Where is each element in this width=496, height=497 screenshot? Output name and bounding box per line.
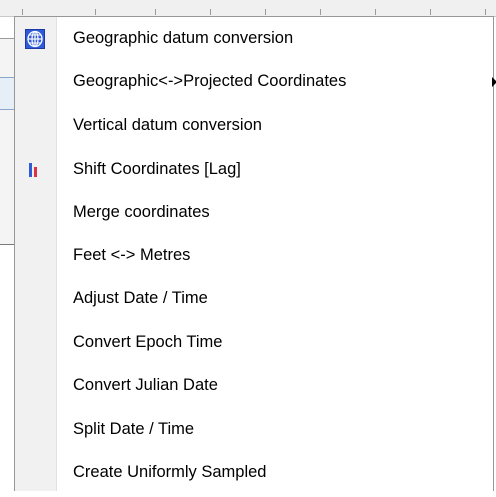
ruler-tick [265, 9, 266, 15]
ruler-tick [155, 9, 156, 15]
menu-item-label: Adjust Date / Time [73, 289, 208, 307]
background-row-line [0, 109, 14, 110]
menu-item-convert-julian-date[interactable]: Convert Julian Date [15, 366, 493, 410]
ruler-tick [95, 9, 96, 15]
menu-item-split-date-time[interactable]: Split Date / Time [15, 410, 493, 454]
context-menu: Geographic datum conversion Geographic<-… [14, 16, 496, 491]
menu-item-label: Convert Epoch Time [73, 333, 223, 351]
background-toolbar [0, 0, 496, 17]
menu-item-create-uniformly-sampled[interactable]: Create Uniformly Sampled [15, 453, 493, 497]
ruler-tick [320, 9, 321, 15]
menu-item-adjust-date-time[interactable]: Adjust Date / Time [15, 279, 493, 323]
shift-bars-icon [25, 159, 45, 181]
background-row-line [0, 77, 14, 78]
ruler-tick [430, 9, 431, 15]
menu-item-label: Feet <-> Metres [73, 246, 191, 264]
ruler-tick [375, 9, 376, 15]
menu-item-label: Geographic<->Projected Coordinates [73, 72, 347, 90]
background-panel [0, 38, 14, 245]
menu-item-feet-metres[interactable]: Feet <-> Metres [15, 236, 493, 280]
menu-item-shift-coordinates[interactable]: Shift Coordinates [Lag] [15, 150, 493, 194]
background-selected-cell [0, 78, 14, 109]
menu-item-geographic-datum-conversion[interactable]: Geographic datum conversion [15, 19, 493, 63]
menu-item-convert-epoch-time[interactable]: Convert Epoch Time [15, 323, 493, 367]
ruler-tick [210, 9, 211, 15]
menu-item-label: Vertical datum conversion [73, 116, 262, 134]
menu-item-geographic-projected-coordinates[interactable]: Geographic<->Projected Coordinates [15, 62, 496, 106]
menu-item-vertical-datum-conversion[interactable]: Vertical datum conversion [15, 106, 493, 150]
menu-item-label: Merge coordinates [73, 203, 210, 221]
ruler-tick [22, 9, 23, 15]
menu-item-label: Convert Julian Date [73, 376, 218, 394]
menu-item-merge-coordinates[interactable]: Merge coordinates [15, 193, 493, 237]
menu-item-label: Create Uniformly Sampled [73, 463, 267, 481]
menu-item-label: Geographic datum conversion [73, 29, 294, 47]
submenu-arrow-icon [492, 77, 496, 87]
menu-item-label: Shift Coordinates [Lag] [73, 160, 241, 178]
menu-item-label: Split Date / Time [73, 420, 195, 438]
ruler-tick [485, 9, 486, 15]
globe-grid-icon [25, 28, 45, 50]
